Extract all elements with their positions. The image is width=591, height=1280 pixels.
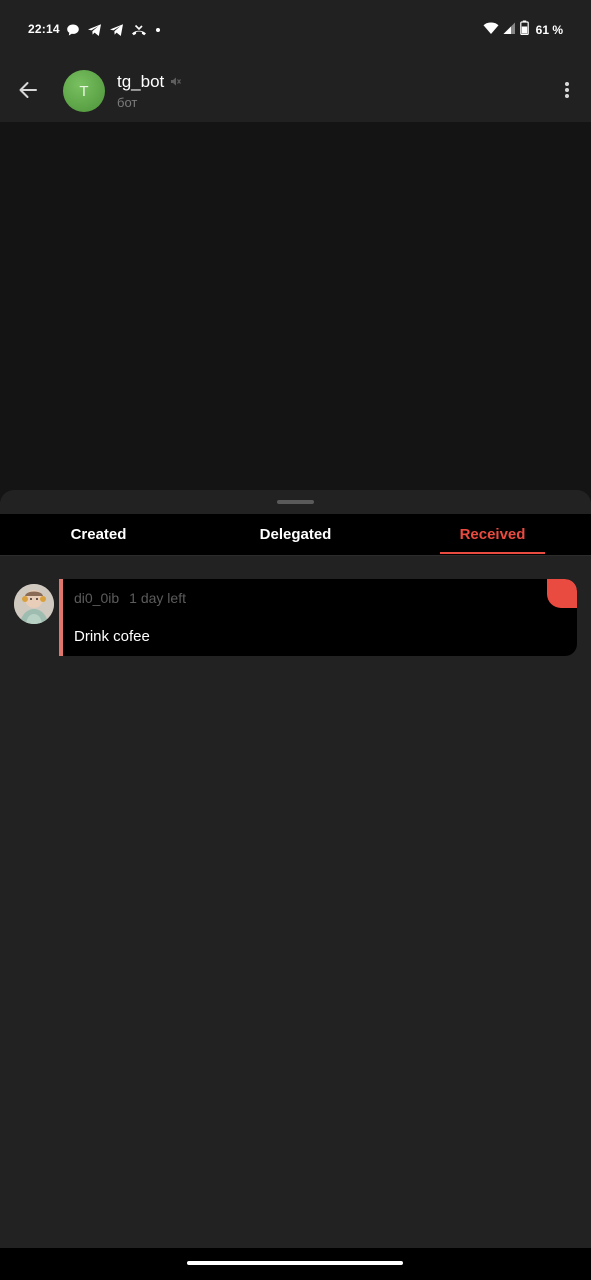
tab-label: Delegated bbox=[259, 526, 332, 543]
battery-icon bbox=[519, 20, 529, 40]
back-button[interactable] bbox=[12, 74, 44, 106]
more-menu-button[interactable] bbox=[555, 74, 579, 106]
tab-created[interactable]: Created bbox=[0, 514, 197, 555]
screen: 22:14 61 % T tg_bot бот Created Delegate… bbox=[0, 0, 591, 1280]
telegram-icon bbox=[87, 23, 102, 37]
dot-icon bbox=[154, 23, 162, 37]
system-icons: 61 % bbox=[483, 20, 563, 40]
active-tab-indicator bbox=[440, 552, 545, 554]
telegram-icon bbox=[109, 23, 124, 37]
task-item[interactable]: di0_0ib 1 day left Drink cofee bbox=[14, 579, 577, 656]
tab-delegated[interactable]: Delegated bbox=[197, 514, 394, 555]
avatar-letter: T bbox=[79, 82, 89, 100]
system-nav-bar bbox=[0, 1248, 591, 1280]
chat-avatar[interactable]: T bbox=[63, 70, 105, 112]
battery-percent: 61 % bbox=[535, 23, 563, 37]
missed-call-icon bbox=[131, 23, 147, 37]
chat-bubble-icon bbox=[66, 23, 80, 37]
notification-icons bbox=[66, 22, 162, 38]
task-deadline: 1 day left bbox=[129, 590, 186, 606]
chat-background bbox=[0, 122, 591, 502]
chat-header: T tg_bot бот bbox=[0, 58, 591, 122]
sheet-drag-handle[interactable] bbox=[277, 500, 314, 504]
muted-speaker-icon bbox=[170, 72, 182, 92]
task-title: Drink cofee bbox=[74, 628, 150, 645]
task-accent-bar bbox=[59, 579, 63, 656]
task-author-avatar[interactable] bbox=[14, 584, 54, 624]
tasks-sheet: Created Delegated Received di0_0ib 1 day… bbox=[0, 490, 591, 1250]
wifi-icon bbox=[483, 21, 499, 40]
arrow-left-icon bbox=[19, 82, 37, 98]
chat-title-row[interactable]: tg_bot bbox=[117, 72, 182, 92]
task-meta: di0_0ib 1 day left bbox=[74, 590, 186, 606]
task-author: di0_0ib bbox=[74, 590, 120, 606]
tab-received[interactable]: Received bbox=[394, 514, 591, 555]
task-status-badge bbox=[547, 579, 577, 608]
status-time: 22:14 bbox=[28, 22, 60, 36]
baby-photo-icon bbox=[14, 584, 54, 624]
status-bar: 22:14 61 % bbox=[0, 0, 591, 58]
chat-subtitle: бот bbox=[117, 95, 138, 110]
home-gesture-pill[interactable] bbox=[187, 1261, 403, 1265]
tab-label: Received bbox=[459, 526, 526, 543]
tab-bar: Created Delegated Received bbox=[0, 514, 591, 556]
task-card[interactable]: di0_0ib 1 day left Drink cofee bbox=[59, 579, 577, 656]
chat-title: tg_bot bbox=[117, 72, 165, 91]
more-vertical-icon bbox=[565, 82, 569, 98]
tab-label: Created bbox=[70, 526, 127, 543]
signal-icon bbox=[503, 21, 516, 40]
